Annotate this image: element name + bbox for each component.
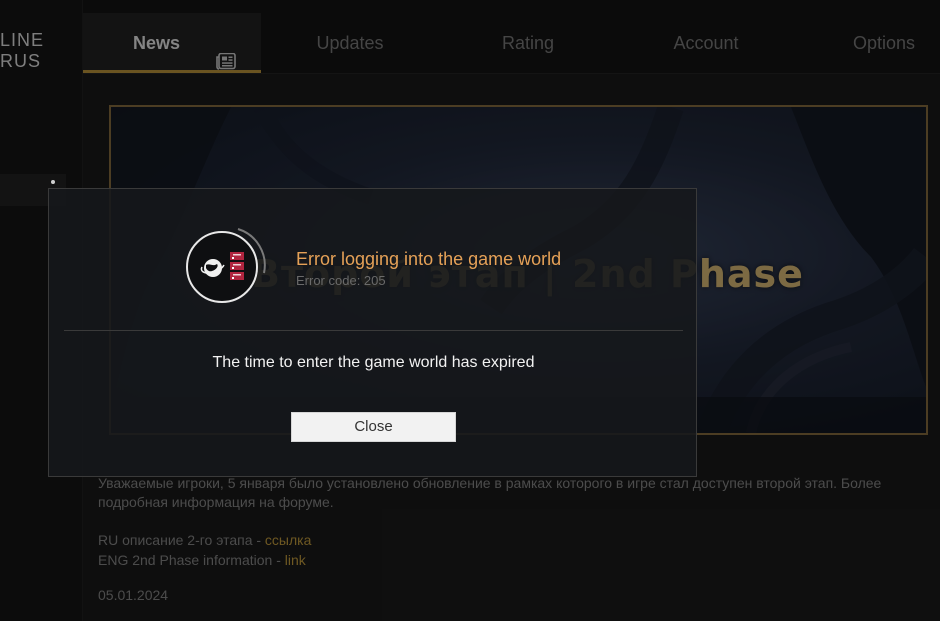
resize-handle[interactable] [51,180,55,184]
globe-server-icon [186,223,268,305]
dialog-divider [64,330,683,331]
error-dialog: Error logging into the game world Error … [48,188,697,477]
dialog-message: The time to enter the game world has exp… [212,354,535,371]
launcher-window: LINE RUS News Updates Rating Account Opt… [0,0,940,621]
close-button[interactable]: Close [291,412,456,442]
error-code: Error code: 205 [296,273,386,288]
dialog-title: Error logging into the game world [296,249,562,269]
